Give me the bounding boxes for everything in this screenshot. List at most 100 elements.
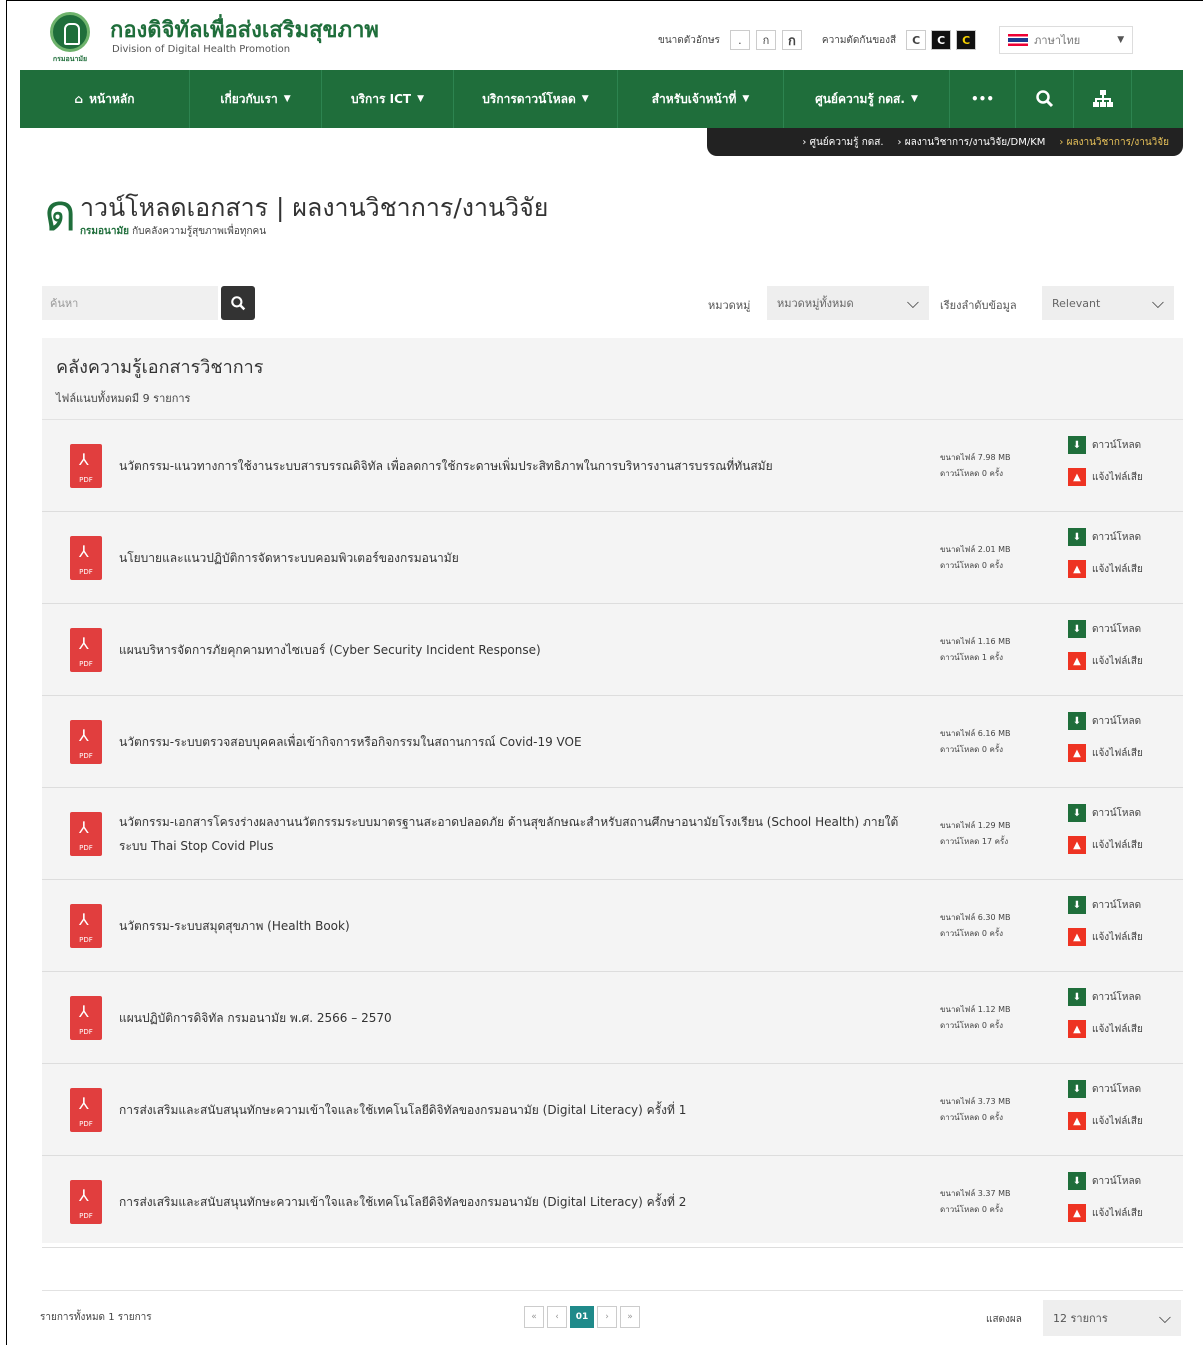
download-button[interactable]: ⬇ ดาวน์โหลด [1068,712,1141,730]
nav-item-ict-services[interactable]: บริการ ICT ▼ [322,70,454,128]
download-button[interactable]: ⬇ ดาวน์โหลด [1068,1172,1141,1190]
prev-page-button[interactable]: ‹ [547,1306,567,1328]
site-logo[interactable]: กรมอนามัย [48,12,92,68]
breadcrumb-item[interactable]: › ผลงานวิชาการ/งานวิจัย/DM/KM [898,135,1046,150]
page-title: าวน์โหลดเอกสาร | ผลงานวิชาการ/งานวิจัย [80,193,549,222]
download-button[interactable]: ⬇ ดาวน์โหลด [1068,1080,1141,1098]
report-label: แจ้งไฟล์เสีย [1092,1023,1143,1035]
document-title[interactable]: นวัตกรรม-ระบบตรวจสอบบุคคลเพื่อเข้ากิจการ… [119,696,909,788]
last-page-button[interactable]: » [620,1306,640,1328]
file-size: ขนาดไฟล์ 2.01 MB [940,545,1011,554]
download-button[interactable]: ⬇ ดาวน์โหลด [1068,804,1141,822]
pdf-file-icon: PDF [70,536,102,580]
download-button[interactable]: ⬇ ดาวน์โหลด [1068,988,1141,1006]
font-size-large-button[interactable]: ก [781,30,802,50]
warning-icon: ▲ [1068,836,1086,854]
report-label: แจ้งไฟล์เสีย [1092,655,1143,667]
document-title[interactable]: นโยบายและแนวปฏิบัติการจัดหาระบบคอมพิวเตอ… [119,512,909,604]
documents-panel: คลังความรู้เอกสารวิชาการ ไฟล์แนบทั้งหมดม… [42,338,1183,1248]
site-title[interactable]: กองดิจิทัลเพื่อส่งเสริมสุขภาพ [110,12,379,47]
nav-item-download-services[interactable]: บริการดาวน์โหลด ▼ [454,70,618,128]
document-row: PDF นวัตกรรม-ระบบตรวจสอบบุคคลเพื่อเข้ากิจ… [42,696,1183,788]
pdf-file-icon: PDF [70,904,102,948]
download-button[interactable]: ⬇ ดาวน์โหลด [1068,528,1141,546]
download-button[interactable]: ⬇ ดาวน์โหลด [1068,620,1141,638]
page-title-initial: ด [44,184,77,242]
nav-item-more[interactable]: ••• [950,70,1016,128]
language-select[interactable]: ภาษาไทย ▼ [999,26,1134,54]
document-meta: ขนาดไฟล์ 6.16 MB ดาวน์โหลด 0 ครั้ง [940,726,1011,758]
nav-item-about[interactable]: เกี่ยวกับเรา ▼ [190,70,322,128]
chevron-down-icon: ⌵ [1151,293,1164,312]
report-broken-file-button[interactable]: ▲ แจ้งไฟล์เสีย [1068,928,1143,946]
nav-item-staff[interactable]: สำหรับเจ้าหน้าที่ ▼ [618,70,784,128]
font-size-small-button[interactable]: . [729,30,750,50]
download-count: ดาวน์โหลด 0 ครั้ง [940,1113,1004,1122]
download-button[interactable]: ⬇ ดาวน์โหลด [1068,436,1141,454]
document-meta: ขนาดไฟล์ 7.98 MB ดาวน์โหลด 0 ครั้ง [940,450,1011,482]
report-broken-file-button[interactable]: ▲ แจ้งไฟล์เสีย [1068,744,1143,762]
search-button[interactable] [221,286,255,320]
download-label: ดาวน์โหลด [1092,1083,1142,1095]
document-title[interactable]: นวัตกรรม-เอกสารโครงร่างผลงานนวัตกรรมระบบ… [119,788,909,880]
download-label: ดาวน์โหลด [1092,531,1142,543]
contrast-default-button[interactable]: C [906,30,927,50]
chevron-down-icon: ▼ [581,94,589,104]
download-icon: ⬇ [1068,988,1086,1006]
file-size: ขนาดไฟล์ 1.12 MB [940,1005,1011,1014]
warning-icon: ▲ [1068,1204,1086,1222]
nav-item-knowledge-center[interactable]: ศูนย์ความรู้ กดส. ▼ [784,70,950,128]
font-size-medium-button[interactable]: ก [755,30,776,50]
site-header: กรมอนามัย กองดิจิทัลเพื่อส่งเสริมสุขภาพ … [20,6,1203,70]
sort-value: Relevant [1052,296,1101,310]
document-title[interactable]: การส่งเสริมและสนับสนุนทักษะความเข้าใจและ… [119,1156,909,1248]
contrast-label: ความตัดกันของสี [821,34,897,46]
more-icon: ••• [970,92,994,106]
report-broken-file-button[interactable]: ▲ แจ้งไฟล์เสีย [1068,468,1143,486]
download-icon: ⬇ [1068,712,1086,730]
page-size-select[interactable]: 12 รายการ ⌵ [1043,1300,1181,1336]
pdf-file-icon: PDF [70,996,102,1040]
pdf-file-icon: PDF [70,1088,102,1132]
report-label: แจ้งไฟล์เสีย [1092,747,1143,759]
report-broken-file-button[interactable]: ▲ แจ้งไฟล์เสีย [1068,560,1143,578]
sort-select[interactable]: Relevant ⌵ [1042,286,1174,320]
contrast-yellow-button[interactable]: C [956,30,977,50]
download-icon: ⬇ [1068,896,1086,914]
document-meta: ขนาดไฟล์ 3.37 MB ดาวน์โหลด 0 ครั้ง [940,1186,1011,1218]
report-broken-file-button[interactable]: ▲ แจ้งไฟล์เสีย [1068,1020,1143,1038]
report-broken-file-button[interactable]: ▲ แจ้งไฟล์เสีย [1068,1204,1143,1222]
nav-search-button[interactable] [1016,70,1074,128]
document-title[interactable]: แผนบริหารจัดการภัยคุกคามทางไซเบอร์ (Cybe… [119,604,909,696]
download-button[interactable]: ⬇ ดาวน์โหลด [1068,896,1141,914]
file-size: ขนาดไฟล์ 6.30 MB [940,913,1011,922]
current-page[interactable]: 01 [570,1306,594,1328]
next-page-button[interactable]: › [597,1306,617,1328]
report-label: แจ้งไฟล์เสีย [1092,839,1143,851]
download-label: ดาวน์โหลด [1092,623,1142,635]
document-row: PDF การส่งเสริมและสนับสนุนทักษะความเข้าใจ… [42,1156,1183,1248]
document-row: PDF แผนบริหารจัดการภัยคุกคามทางไซเบอร์ (C… [42,604,1183,696]
nav-item-home[interactable]: ⌂ หน้าหลัก [20,70,190,128]
category-select[interactable]: หมวดหมู่ทั้งหมด ⌵ [767,286,929,320]
report-broken-file-button[interactable]: ▲ แจ้งไฟล์เสีย [1068,652,1143,670]
search-input[interactable]: ค้นหา [42,286,218,320]
thai-flag-icon [1008,34,1029,46]
report-broken-file-button[interactable]: ▲ แจ้งไฟล์เสีย [1068,1112,1143,1130]
report-broken-file-button[interactable]: ▲ แจ้งไฟล์เสีย [1068,836,1143,854]
download-icon: ⬇ [1068,1172,1086,1190]
breadcrumb-item[interactable]: › ศูนย์ความรู้ กดส. [802,135,883,150]
contrast-dark-button[interactable]: C [931,30,952,50]
document-row: PDF นวัตกรรม-แนวทางการใช้งานระบบสารบรรณดิ… [42,420,1183,512]
document-title[interactable]: แผนปฏิบัติการดิจิทัล กรมอนามัย พ.ศ. 2566… [119,972,909,1064]
pdf-file-icon: PDF [70,812,102,856]
chevron-down-icon: ⌵ [906,293,919,312]
document-list: PDF นวัตกรรม-แนวทางการใช้งานระบบสารบรรณดิ… [42,420,1183,1248]
download-label: ดาวน์โหลด [1092,439,1142,451]
document-title[interactable]: นวัตกรรม-แนวทางการใช้งานระบบสารบรรณดิจิท… [119,420,909,512]
document-title[interactable]: การส่งเสริมและสนับสนุนทักษะความเข้าใจและ… [119,1064,909,1156]
nav-sitemap-button[interactable] [1074,70,1132,128]
first-page-button[interactable]: « [524,1306,544,1328]
warning-icon: ▲ [1068,652,1086,670]
document-title[interactable]: นวัตกรรม-ระบบสมุดสุขภาพ (Health Book) [119,880,909,972]
